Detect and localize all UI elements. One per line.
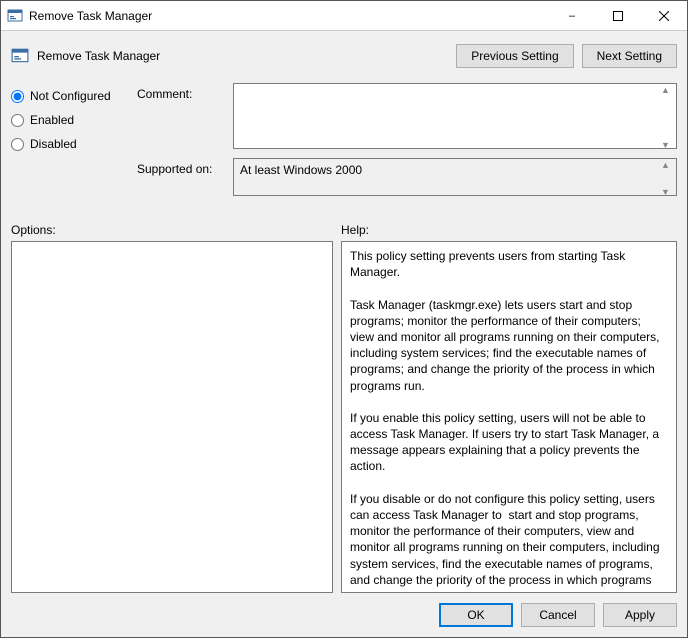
radio-enabled-label: Enabled (30, 113, 74, 127)
radio-enabled-input[interactable] (11, 114, 24, 127)
titlebar: Remove Task Manager – (1, 1, 687, 31)
apply-button[interactable]: Apply (603, 603, 677, 627)
header-row: Remove Task Manager Previous Setting Nex… (11, 39, 677, 73)
ok-button[interactable]: OK (439, 603, 513, 627)
maximize-button[interactable] (595, 1, 641, 31)
options-label: Options: (11, 223, 341, 237)
radio-disabled-input[interactable] (11, 138, 24, 151)
options-pane (11, 241, 333, 593)
comment-label: Comment: (137, 83, 227, 152)
minimize-button[interactable]: – (549, 1, 595, 31)
comment-input[interactable] (233, 83, 677, 149)
help-pane: This policy setting prevents users from … (341, 241, 677, 593)
next-setting-button[interactable]: Next Setting (582, 44, 677, 68)
help-label: Help: (341, 223, 369, 237)
policy-icon (11, 47, 29, 65)
radio-not-configured-input[interactable] (11, 90, 24, 103)
cancel-button[interactable]: Cancel (521, 603, 595, 627)
supported-label: Supported on: (137, 158, 227, 199)
window-title: Remove Task Manager (29, 9, 549, 23)
radio-not-configured[interactable]: Not Configured (11, 89, 131, 103)
close-button[interactable] (641, 1, 687, 31)
app-icon (7, 8, 23, 24)
content-area: Remove Task Manager Previous Setting Nex… (1, 31, 687, 637)
section-labels: Options: Help: (11, 223, 677, 237)
policy-title: Remove Task Manager (37, 49, 448, 63)
supported-on-value (233, 158, 677, 196)
footer-buttons: OK Cancel Apply (11, 593, 677, 627)
radio-not-configured-label: Not Configured (30, 89, 111, 103)
previous-setting-button[interactable]: Previous Setting (456, 44, 573, 68)
radio-enabled[interactable]: Enabled (11, 113, 131, 127)
radio-disabled-label: Disabled (30, 137, 77, 151)
state-radios: Not Configured Enabled Disabled (11, 83, 131, 211)
radio-disabled[interactable]: Disabled (11, 137, 131, 151)
